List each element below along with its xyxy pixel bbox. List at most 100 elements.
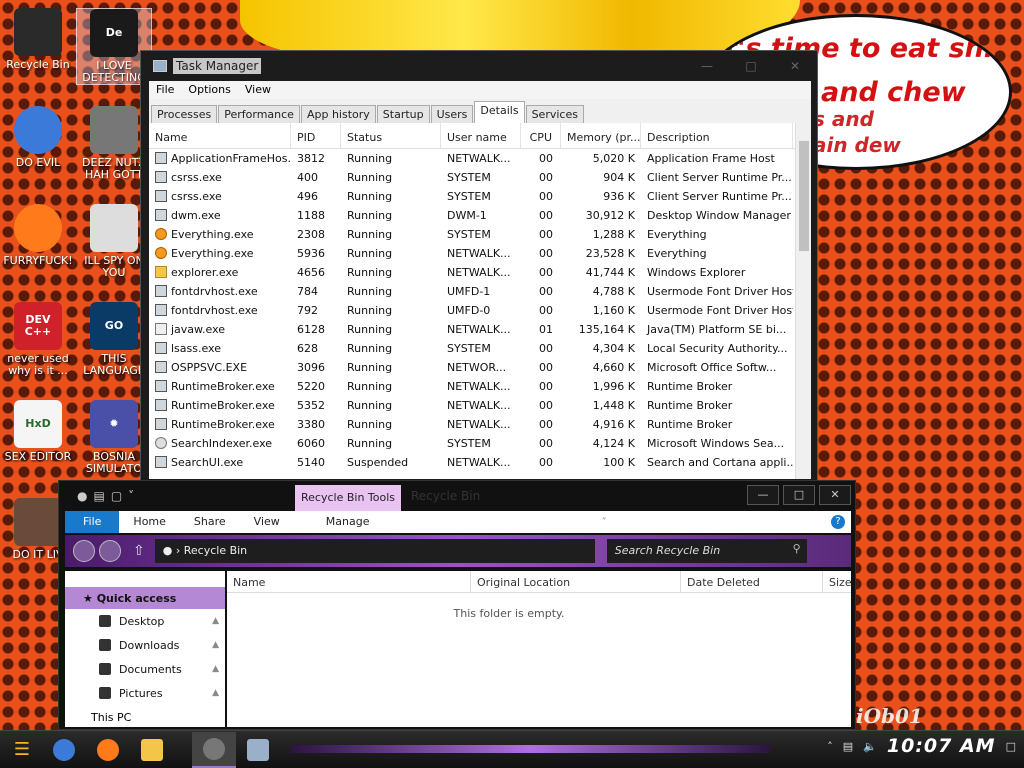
table-row[interactable]: lsass.exe 628 Running SYSTEM 00 4,304 K Local … — [149, 339, 811, 358]
start-button[interactable]: ☰ — [2, 735, 42, 765]
forward-button[interactable] — [99, 540, 121, 562]
column-header-date-deleted[interactable]: Date Deleted — [681, 571, 823, 592]
search-input[interactable]: Search Recycle Bin ⚲ — [606, 539, 807, 563]
chevron-down-icon[interactable]: ˅ — [128, 489, 134, 503]
desktop-icon[interactable]: HxD SEX EDITOR — [0, 400, 76, 463]
cell-status: Running — [347, 380, 393, 393]
nav-item-pictures[interactable]: Pictures ▲ — [65, 681, 225, 705]
cell-desc: Microsoft Office Softw... — [647, 361, 777, 374]
table-row[interactable]: explorer.exe 4656 Running NETWALK... 00 41,74… — [149, 263, 811, 282]
table-row[interactable]: Everything.exe 2308 Running SYSTEM 00 1,288 K… — [149, 225, 811, 244]
nav-item-documents[interactable]: Documents ▲ — [65, 657, 225, 681]
maximize-button[interactable]: □ — [783, 485, 815, 505]
menu-file[interactable]: File — [149, 81, 181, 99]
ribbon-tab-view[interactable]: View — [240, 511, 294, 533]
table-row[interactable]: fontdrvhost.exe 792 Running UMFD-0 00 1,160 K… — [149, 301, 811, 320]
table-row[interactable]: csrss.exe 496 Running SYSTEM 00 936 K Client S… — [149, 187, 811, 206]
explorer-titlebar[interactable]: ● ▤ ▢ ˅ Recycle Bin Tools Recycle Bin — … — [59, 481, 855, 511]
column-header-pid[interactable]: PID — [291, 123, 341, 148]
table-row[interactable]: ApplicationFrameHos... 3812 Running NETWALK… — [149, 149, 811, 168]
table-row[interactable]: RuntimeBroker.exe 5352 Running NETWALK... 00… — [149, 396, 811, 415]
context-tab-recycle-bin-tools[interactable]: Recycle Bin Tools — [295, 485, 402, 511]
table-row[interactable]: RuntimeBroker.exe 5220 Running NETWALK... 00… — [149, 377, 811, 396]
table-row[interactable]: javaw.exe 6128 Running NETWALK... 01 135,164 … — [149, 320, 811, 339]
new-folder-icon[interactable]: ▢ — [111, 489, 122, 503]
volume-icon[interactable]: 🔈 — [863, 740, 877, 753]
tab-performance[interactable]: Performance — [218, 105, 300, 123]
maximize-button[interactable]: □ — [729, 59, 773, 73]
column-header-cpu[interactable]: CPU — [521, 123, 561, 148]
explorer-window[interactable]: ● ▤ ▢ ˅ Recycle Bin Tools Recycle Bin — … — [58, 480, 856, 730]
desktop-icon[interactable]: Recycle Bin — [0, 8, 76, 71]
desktop-icon[interactable]: DEV C++ never used why is it ... — [0, 302, 76, 377]
help-icon[interactable]: ? — [831, 515, 845, 529]
table-row[interactable]: RuntimeBroker.exe 3380 Running NETWALK... 00… — [149, 415, 811, 434]
close-button[interactable]: ✕ — [773, 59, 817, 73]
table-row[interactable]: SearchIndexer.exe 6060 Running SYSTEM 00 4,12… — [149, 434, 811, 453]
ribbon-tab-file[interactable]: File — [65, 511, 120, 533]
nav-quick-access[interactable]: ★ Quick access — [65, 587, 225, 609]
cell-pid: 5220 — [297, 380, 325, 393]
table-row[interactable]: OSPPSVC.EXE 3096 Running NETWOR... 00 4,660 K… — [149, 358, 811, 377]
ribbon-tab-home[interactable]: Home — [119, 511, 179, 533]
column-header-original-location[interactable]: Original Location — [471, 571, 681, 592]
column-header-description[interactable]: Description — [641, 123, 793, 148]
tab-app-history[interactable]: App history — [300, 105, 376, 123]
table-row[interactable]: Everything.exe 5936 Running NETWALK... 00 23,… — [149, 244, 811, 263]
file-list-header: Name Original Location Date Deleted Size — [227, 571, 852, 593]
tab-users[interactable]: Users — [430, 105, 474, 123]
minimize-button[interactable]: — — [685, 59, 729, 73]
table-row[interactable]: SearchUI.exe 5140 Suspended NETWALK... 00 100… — [149, 453, 811, 472]
properties-icon[interactable]: ▤ — [93, 489, 104, 503]
task-manager-titlebar[interactable]: Task Manager — □ ✕ — [141, 51, 817, 81]
column-header-name[interactable]: Name — [227, 571, 471, 592]
table-row[interactable]: dwm.exe 1188 Running DWM-1 00 30,912 K Desktop… — [149, 206, 811, 225]
menu-options[interactable]: Options — [181, 81, 237, 99]
column-header-memory[interactable]: Memory (pr... — [561, 123, 641, 148]
process-name: RuntimeBroker.exe — [171, 399, 275, 412]
tab-processes[interactable]: Processes — [151, 105, 218, 123]
firefox-icon — [14, 204, 62, 252]
notifications-icon[interactable]: □ — [1006, 740, 1016, 753]
table-row[interactable]: csrss.exe 400 Running SYSTEM 00 904 K Client S… — [149, 168, 811, 187]
nav-item-downloads[interactable]: Downloads ▲ — [65, 633, 225, 657]
cell-status: Running — [347, 152, 393, 165]
taskbar-app[interactable] — [236, 732, 280, 768]
column-header-user[interactable]: User name — [441, 123, 521, 148]
column-header-status[interactable]: Status — [341, 123, 441, 148]
clock[interactable]: 10:07 AM — [887, 735, 996, 757]
cell-name: csrss.exe — [149, 187, 291, 206]
vertical-scrollbar[interactable] — [795, 123, 811, 479]
minimize-button[interactable]: — — [747, 485, 779, 505]
scrollbar-thumb[interactable] — [799, 141, 809, 251]
taskbar-app[interactable] — [42, 732, 86, 768]
column-header-size[interactable]: Size — [823, 571, 852, 592]
ribbon-tab-share[interactable]: Share — [180, 511, 240, 533]
network-icon[interactable]: ▤ — [843, 740, 853, 753]
menu-view[interactable]: View — [238, 81, 278, 99]
chevron-up-icon[interactable]: ˄ — [827, 740, 833, 753]
ribbon-tab-manage[interactable]: Manage — [312, 511, 384, 533]
desktop-icon-label: DO EVIL — [15, 157, 61, 169]
back-button[interactable] — [73, 540, 95, 562]
taskbar-app[interactable] — [192, 731, 236, 768]
desktop-icon[interactable]: FURRYFUCK! — [0, 204, 76, 267]
cell-name: SearchIndexer.exe — [149, 434, 291, 453]
cell-name: fontdrvhost.exe — [149, 301, 291, 320]
desktop-icon[interactable]: DO EVIL — [0, 106, 76, 169]
tab-startup[interactable]: Startup — [376, 105, 430, 123]
close-button[interactable]: ✕ — [819, 485, 851, 505]
cell-cpu: 00 — [539, 456, 553, 469]
column-header-name[interactable]: Name — [149, 123, 291, 148]
task-manager-window[interactable]: Task Manager — □ ✕ File Options View Pro… — [140, 50, 818, 482]
taskbar-app[interactable] — [130, 732, 174, 768]
up-arrow-icon[interactable]: ⇧ — [133, 543, 145, 559]
table-row[interactable]: fontdrvhost.exe 784 Running UMFD-1 00 4,788 K… — [149, 282, 811, 301]
tab-services[interactable]: Services — [525, 105, 584, 123]
nav-this-pc[interactable]: This PC — [65, 705, 225, 724]
tab-details[interactable]: Details — [474, 101, 525, 123]
cell-status: Running — [347, 266, 393, 279]
taskbar-app[interactable] — [86, 732, 130, 768]
expand-ribbon-icon[interactable]: ˅ — [602, 517, 607, 528]
address-bar[interactable]: ● › Recycle Bin — [154, 539, 595, 563]
